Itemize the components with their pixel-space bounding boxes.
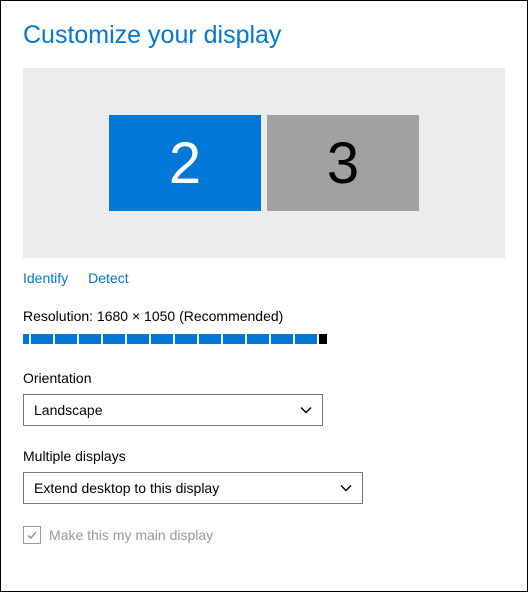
page-title: Customize your display: [23, 21, 505, 50]
multiple-displays-label: Multiple displays: [23, 448, 505, 464]
detect-link[interactable]: Detect: [88, 270, 128, 286]
slider-segment: [127, 334, 149, 344]
main-display-checkbox[interactable]: [23, 526, 41, 544]
slider-segment: [199, 334, 221, 344]
multiple-displays-select[interactable]: Extend desktop to this display: [23, 472, 363, 504]
slider-segment: [79, 334, 101, 344]
slider-segment: [295, 334, 317, 344]
multiple-displays-value: Extend desktop to this display: [34, 480, 219, 496]
slider-segment: [223, 334, 245, 344]
identify-link[interactable]: Identify: [23, 270, 68, 286]
display-preview-area: 2 3: [23, 68, 505, 258]
chevron-down-icon: [340, 482, 352, 494]
main-display-checkbox-label: Make this my main display: [49, 527, 213, 543]
slider-segment: [55, 334, 77, 344]
slider-segment: [23, 334, 29, 344]
slider-segment: [175, 334, 197, 344]
slider-segment: [103, 334, 125, 344]
checkmark-icon: [26, 529, 38, 541]
main-display-checkbox-row: Make this my main display: [23, 526, 505, 544]
orientation-select[interactable]: Landscape: [23, 394, 323, 426]
orientation-label: Orientation: [23, 370, 505, 386]
slider-segment: [247, 334, 269, 344]
orientation-value: Landscape: [34, 402, 103, 418]
resolution-label: Resolution: 1680 × 1050 (Recommended): [23, 308, 505, 324]
slider-segment: [151, 334, 173, 344]
slider-segment: [271, 334, 293, 344]
slider-thumb[interactable]: [319, 334, 327, 344]
monitor-tile-unselected[interactable]: 3: [267, 115, 419, 211]
resolution-slider[interactable]: [23, 334, 505, 344]
monitor-tile-selected[interactable]: 2: [109, 115, 261, 211]
slider-segment: [31, 334, 53, 344]
chevron-down-icon: [300, 404, 312, 416]
link-row: Identify Detect: [23, 270, 505, 286]
